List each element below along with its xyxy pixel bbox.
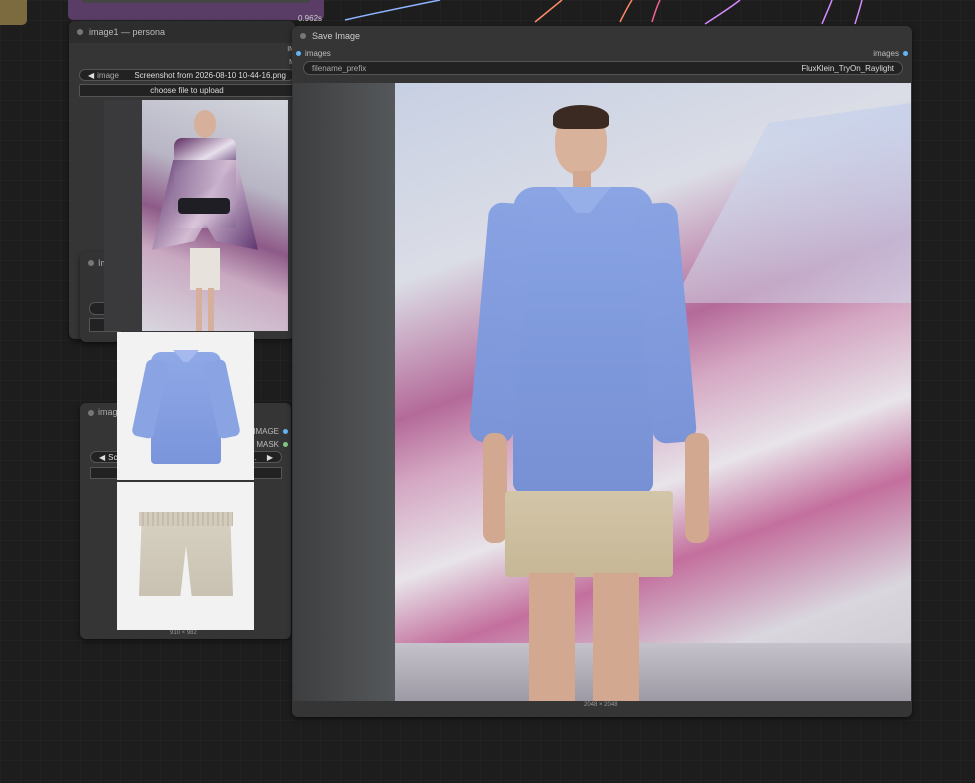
image-dimensions: 910 × 982 [170,630,197,636]
image-port-dot-icon[interactable] [903,51,908,56]
purple-node-fragment[interactable] [68,0,324,20]
output-images-port[interactable]: images [873,49,908,58]
upload-button[interactable]: choose file to upload [79,84,295,97]
output-mask-port[interactable]: MASK [256,440,288,449]
image-port-dot-icon[interactable] [296,51,301,56]
shorts-image-preview [117,482,254,630]
collapse-dot-icon[interactable] [88,260,94,266]
image-filename: Screenshot from 2026-08-10 10-44-16.png [134,70,286,80]
filename-prefix-label: filename_prefix [312,63,367,73]
output-images-label: images [873,49,899,58]
node-title-bar[interactable]: Save Image [292,26,912,46]
input-images-label: images [305,49,331,58]
node-title: image1 — persona [89,27,166,37]
filename-prefix-widget[interactable]: filename_prefix FluxKlein_TryOn_Raylight [303,61,903,75]
image-widget-label: image [97,70,119,80]
output-image-label: IMAGE [253,427,279,436]
arrow-left-icon[interactable]: ◀ [88,71,94,80]
node-title-partial: imag [98,407,118,417]
image-port-dot-icon[interactable] [283,429,288,434]
shirt-image-preview [117,332,254,480]
timing-badge: 0.962s [298,14,323,23]
arrow-left-icon[interactable]: ◀ [99,453,105,462]
mask-port-dot-icon[interactable] [283,442,288,447]
collapse-dot-icon[interactable] [88,410,94,416]
persona-image-preview [104,100,288,331]
node-title-bar[interactable]: image1 — persona [69,21,295,43]
input-images-port[interactable]: images [296,49,331,58]
output-image-port[interactable]: IMAGE [253,427,288,436]
arrow-right-icon[interactable]: ▶ [267,453,273,462]
collapsed-node-fragment[interactable] [0,0,27,25]
result-image-preview [293,83,911,701]
node-title: Save Image [312,31,361,41]
collapse-dot-icon[interactable] [300,33,306,39]
collapse-dot-icon[interactable] [77,29,83,35]
filename-prefix-value: FluxKlein_TryOn_Raylight [801,63,894,73]
image-select-widget[interactable]: ◀ image Screenshot from 2026-08-10 10-44… [79,69,295,81]
output-mask-label: MASK [256,440,279,449]
image-dimensions: 2048 × 2048 [584,702,618,708]
